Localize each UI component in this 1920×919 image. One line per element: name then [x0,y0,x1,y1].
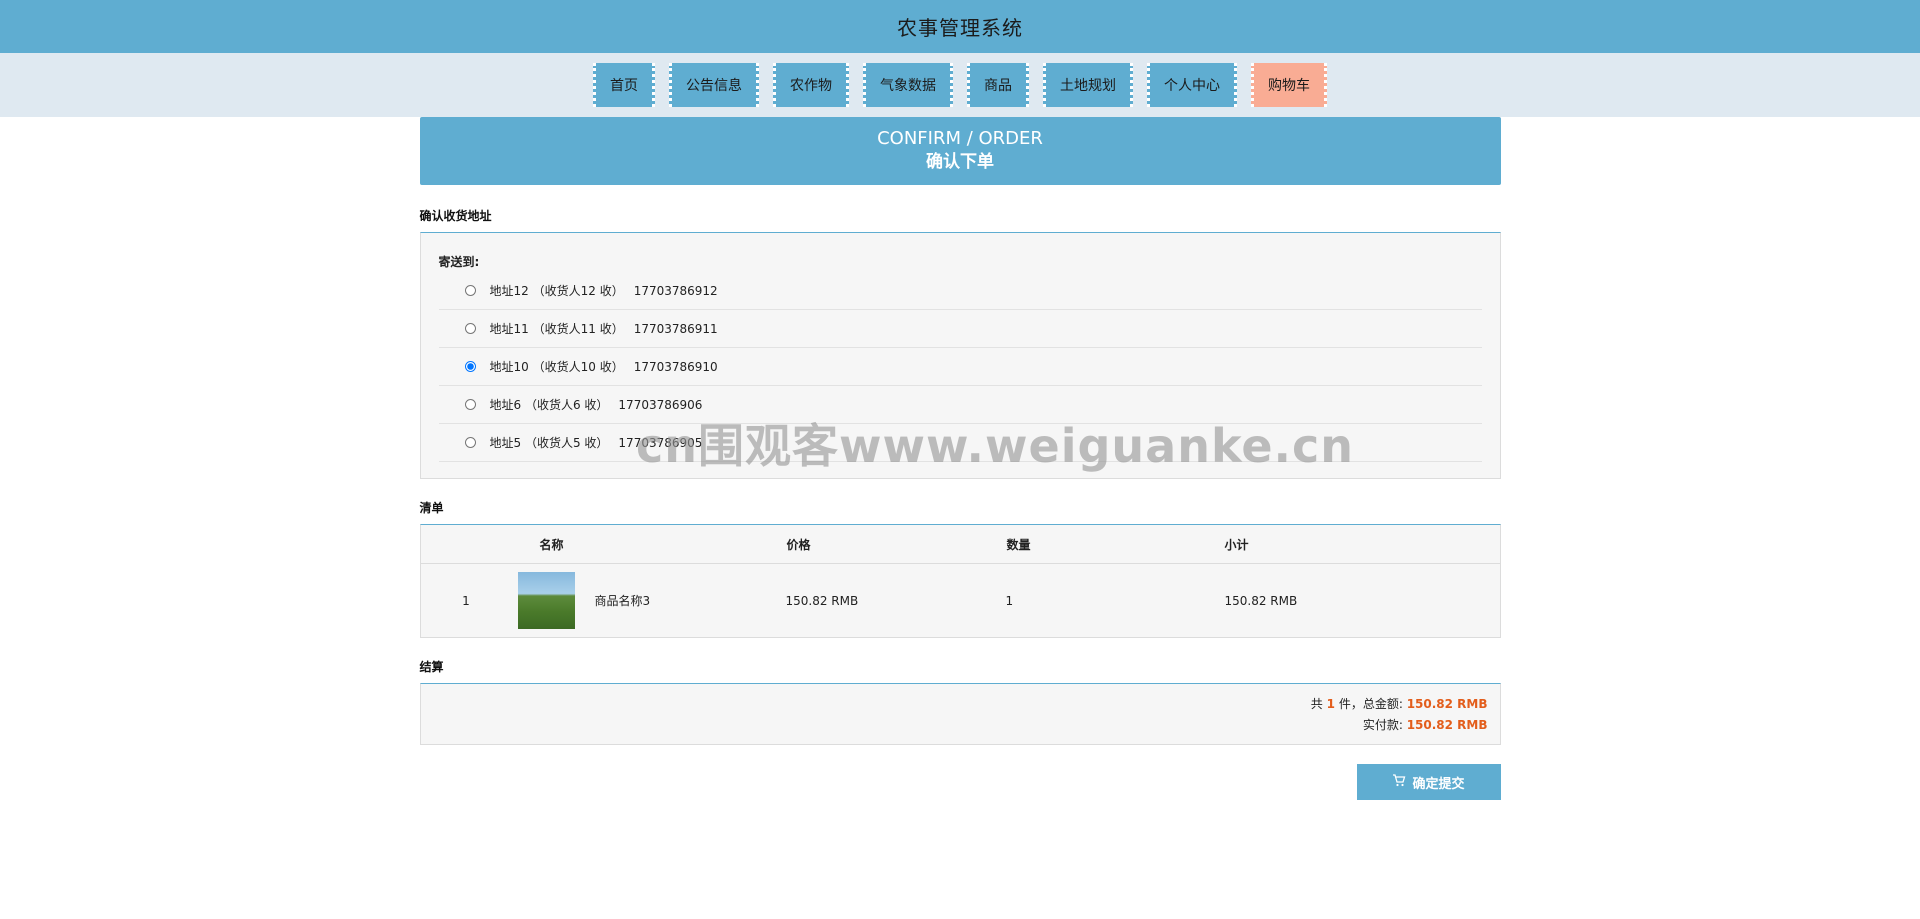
address-option[interactable]: 地址5 （收货人5 收） 17703786905 [438,424,1482,462]
address-name: 地址12 [489,284,529,298]
address-radio[interactable] [464,285,476,296]
address-option[interactable]: 地址10 （收货人10 收） 17703786910 [438,348,1482,386]
product-price: 150.82 RMB [785,593,859,608]
app-header: 农事管理系统 [0,0,1920,53]
ship-to-label: 寄送到: [438,255,480,269]
nav-item-cart[interactable]: 购物车 [1251,63,1327,107]
product-qty: 1 [1005,593,1014,608]
list-section-title: 清单 [419,501,444,515]
address-radio[interactable] [464,437,476,448]
address-name: 地址5 [489,436,522,450]
nav-item-home[interactable]: 首页 [593,63,655,107]
address-phone: 17703786910 [633,359,718,374]
main-nav: 首页 公告信息 农作物 气象数据 商品 土地规划 个人中心 购物车 [0,53,1920,117]
order-table: 名称 价格 数量 小计 1 商品名称3 150.82 RMB 1 150.82 … [420,525,1500,638]
product-name: 商品名称3 [594,594,651,608]
address-receiver: （收货人12 收） [532,284,624,298]
nav-item-crops[interactable]: 农作物 [773,63,849,107]
table-row: 1 商品名称3 150.82 RMB 1 150.82 RMB [421,564,1500,638]
paid-line: 实付款: 150.82 RMB [421,715,1488,736]
banner-title-cn: 确认下单 [926,152,994,172]
nav-item-profile[interactable]: 个人中心 [1147,63,1237,107]
address-phone: 17703786905 [618,435,703,450]
col-header-qty: 数量 [1005,525,1224,564]
submit-area: 确定提交 [420,764,1501,800]
item-count: 1 [1326,697,1335,711]
address-name: 地址6 [489,398,522,412]
count-prefix: 共 [1310,697,1323,711]
main-content: CONFIRM / ORDER 确认下单 确认收货地址 寄送到: 地址12 （收… [419,117,1501,800]
submit-order-button[interactable]: 确定提交 [1356,764,1501,800]
col-header-subtotal: 小计 [1223,525,1500,564]
address-option[interactable]: 地址11 （收货人11 收） 17703786911 [438,310,1482,348]
nav-item-land-planning[interactable]: 土地规划 [1043,63,1133,107]
address-receiver: （收货人10 收） [532,360,624,374]
submit-label: 确定提交 [1412,776,1465,792]
count-suffix: 件，总金额: [1338,697,1403,711]
col-header-price: 价格 [785,525,1006,564]
address-option[interactable]: 地址6 （收货人6 收） 17703786906 [438,386,1482,424]
address-option[interactable]: 地址12 （收货人12 收） 17703786912 [438,272,1482,310]
address-receiver: （收货人11 收） [532,322,624,336]
address-name: 地址11 [489,322,529,336]
address-radio[interactable] [464,361,476,372]
paid-amount: 150.82 RMB [1406,718,1488,732]
col-header-name: 名称 [512,525,786,564]
nav-item-products[interactable]: 商品 [967,63,1029,107]
address-section-title: 确认收货地址 [419,209,492,223]
cart-icon [1392,773,1406,791]
nav-item-announcements[interactable]: 公告信息 [669,63,759,107]
product-thumbnail[interactable] [517,572,575,629]
product-cell: 商品名称3 [513,564,786,638]
paid-label: 实付款: [1362,718,1403,732]
product-subtotal: 150.82 RMB [1224,593,1298,608]
row-index: 1 [462,593,470,608]
settlement-panel: 共 1 件，总金额: 150.82 RMB 实付款: 150.82 RMB [419,683,1501,745]
settle-section-title: 结算 [419,660,444,674]
address-radio[interactable] [464,399,476,410]
app-title: 农事管理系统 [897,16,1023,40]
address-name: 地址10 [489,360,529,374]
address-receiver: （收货人5 收） [524,436,609,450]
address-phone: 17703786912 [633,283,718,298]
address-radio[interactable] [464,323,476,334]
address-panel: 寄送到: 地址12 （收货人12 收） 17703786912 地址11 （收货… [419,232,1501,479]
total-amount: 150.82 RMB [1406,697,1488,711]
order-list-panel: 名称 价格 数量 小计 1 商品名称3 150.82 RMB 1 150.82 … [419,524,1501,638]
total-line: 共 1 件，总金额: 150.82 RMB [421,694,1488,715]
address-phone: 17703786906 [618,397,703,412]
address-receiver: （收货人6 收） [524,398,609,412]
nav-item-weather[interactable]: 气象数据 [863,63,953,107]
banner-title-en: CONFIRM / ORDER [877,128,1043,149]
table-header-row: 名称 价格 数量 小计 [420,525,1500,564]
address-phone: 17703786911 [633,321,718,336]
page-banner: CONFIRM / ORDER 确认下单 [419,117,1501,185]
